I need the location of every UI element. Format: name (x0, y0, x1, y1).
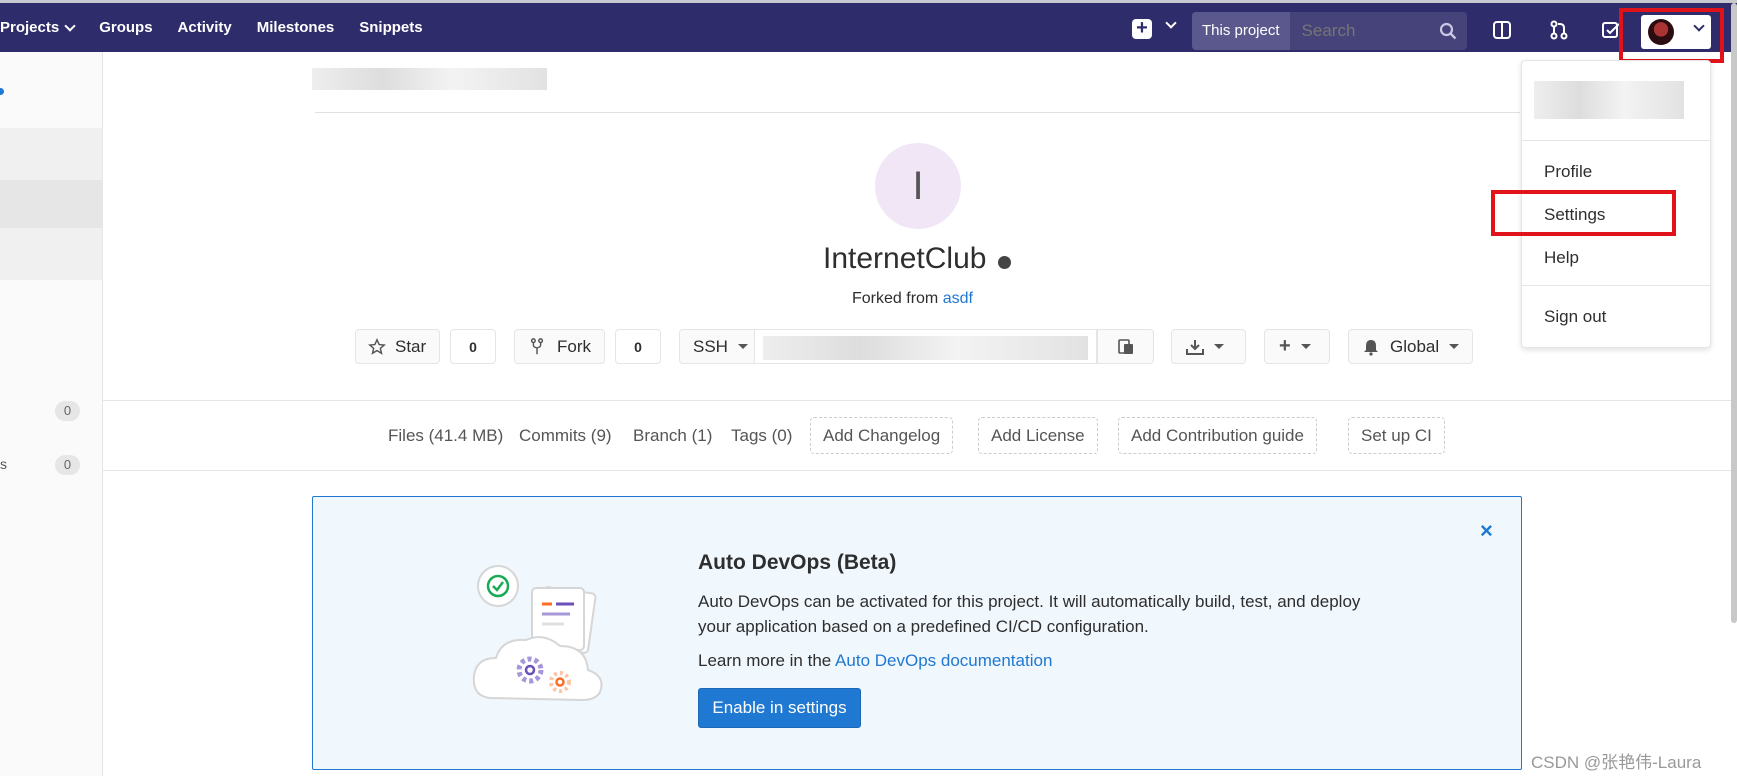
add-contribution-guide-button[interactable]: Add Contribution guide (1118, 417, 1317, 454)
issues-board-icon[interactable] (1492, 20, 1512, 40)
menu-item-profile[interactable]: Profile (1544, 162, 1592, 182)
forked-from-label: Forked from (852, 290, 939, 307)
clone-url-field[interactable] (754, 329, 1097, 364)
clipboard-icon (1118, 339, 1133, 354)
fork-count[interactable]: 0 (615, 329, 661, 364)
highlight-box-settings (1491, 190, 1676, 236)
download-icon (1186, 339, 1204, 355)
star-button[interactable]: Star (355, 329, 440, 364)
menu-divider (1522, 285, 1710, 286)
plus-icon: + (1279, 335, 1291, 357)
learn-more-label: Learn more in the (698, 651, 832, 670)
nav-milestones[interactable]: Milestones (257, 19, 335, 36)
stat-tags[interactable]: Tags (0) (731, 426, 792, 446)
sidebar-item-label[interactable]: s (0, 456, 7, 472)
page-scrollbar[interactable] (1731, 3, 1737, 623)
forked-from: Forked from asdf (852, 290, 973, 308)
close-icon[interactable]: × (1480, 518, 1493, 544)
merge-request-icon[interactable] (1549, 20, 1569, 40)
search-icon[interactable] (1439, 22, 1457, 40)
clone-protocol-label: SSH (693, 336, 728, 356)
sidebar-count-badge: 0 (55, 401, 80, 421)
auto-devops-docs-link[interactable]: Auto DevOps documentation (835, 651, 1052, 670)
auto-devops-title: Auto DevOps (Beta) (698, 551, 897, 574)
username-redacted (1534, 81, 1684, 119)
watermark: CSDN @张艳伟-Laura (1531, 753, 1702, 772)
star-icon (368, 337, 386, 355)
enable-in-settings-button[interactable]: Enable in settings (698, 688, 861, 728)
search-scope-label[interactable]: This project (1192, 12, 1290, 50)
setup-ci-button[interactable]: Set up CI (1348, 417, 1445, 454)
search-bar: This project (1192, 12, 1467, 50)
nav-snippets[interactable]: Snippets (359, 19, 422, 36)
active-indicator-icon (0, 88, 4, 95)
bell-icon (1364, 339, 1378, 356)
public-globe-icon (998, 256, 1011, 269)
menu-divider (1522, 140, 1710, 141)
fork-label: Fork (557, 336, 591, 356)
cloud-gears-illustration-icon (472, 565, 603, 702)
sidebar-count-badge: 0 (55, 455, 80, 475)
highlight-box-user-menu (1619, 8, 1724, 63)
caret-down-icon (1214, 344, 1224, 349)
nav-links: Projects Groups Activity Milestones Snip… (0, 3, 448, 52)
caret-down-icon (1449, 344, 1460, 349)
top-navbar: Projects Groups Activity Milestones Snip… (0, 0, 1737, 52)
breadcrumb-redacted (312, 68, 547, 90)
notification-label: Global (1390, 336, 1440, 356)
todo-check-icon[interactable] (1601, 20, 1621, 40)
menu-item-help[interactable]: Help (1544, 248, 1579, 268)
nav-projects-label: Projects (0, 19, 60, 36)
new-item-plus-icon[interactable]: + (1132, 18, 1152, 39)
star-label: Star (395, 336, 427, 356)
star-count[interactable]: 0 (450, 329, 496, 364)
fork-icon (530, 337, 544, 354)
clone-protocol-dropdown[interactable]: SSH (679, 329, 755, 364)
caret-down-icon (1300, 344, 1311, 349)
nav-activity[interactable]: Activity (178, 19, 232, 36)
forked-from-link[interactable]: asdf (943, 290, 973, 307)
stat-branch[interactable]: Branch (1) (633, 426, 712, 446)
clone-url-redacted (763, 336, 1088, 360)
fork-button[interactable]: Fork (514, 329, 605, 364)
notification-dropdown[interactable]: Global (1348, 329, 1473, 364)
copy-url-button[interactable] (1097, 329, 1154, 364)
download-dropdown[interactable] (1171, 329, 1246, 364)
add-license-button[interactable]: Add License (978, 417, 1098, 454)
chevron-down-icon[interactable] (1165, 17, 1177, 29)
caret-down-icon (737, 344, 748, 349)
search-input[interactable] (1289, 21, 1430, 41)
stat-commits[interactable]: Commits (9) (519, 426, 612, 446)
stat-files[interactable]: Files (41.4 MB) (388, 426, 503, 446)
nav-projects[interactable]: Projects (0, 19, 76, 36)
chevron-down-icon (64, 19, 76, 32)
nav-groups[interactable]: Groups (99, 19, 152, 36)
project-title: InternetClub (823, 242, 987, 275)
left-sidebar: 0 s 0 (0, 52, 103, 776)
breadcrumb-divider (315, 112, 1520, 113)
add-changelog-button[interactable]: Add Changelog (810, 417, 954, 454)
add-dropdown[interactable]: + (1264, 329, 1330, 364)
menu-item-sign-out[interactable]: Sign out (1544, 307, 1606, 327)
auto-devops-description: Auto DevOps can be activated for this pr… (698, 592, 1361, 636)
auto-devops-learn-more: Learn more in the Auto DevOps documentat… (698, 651, 1052, 671)
sidebar-item-active[interactable] (0, 180, 102, 228)
project-avatar: I (875, 143, 961, 229)
